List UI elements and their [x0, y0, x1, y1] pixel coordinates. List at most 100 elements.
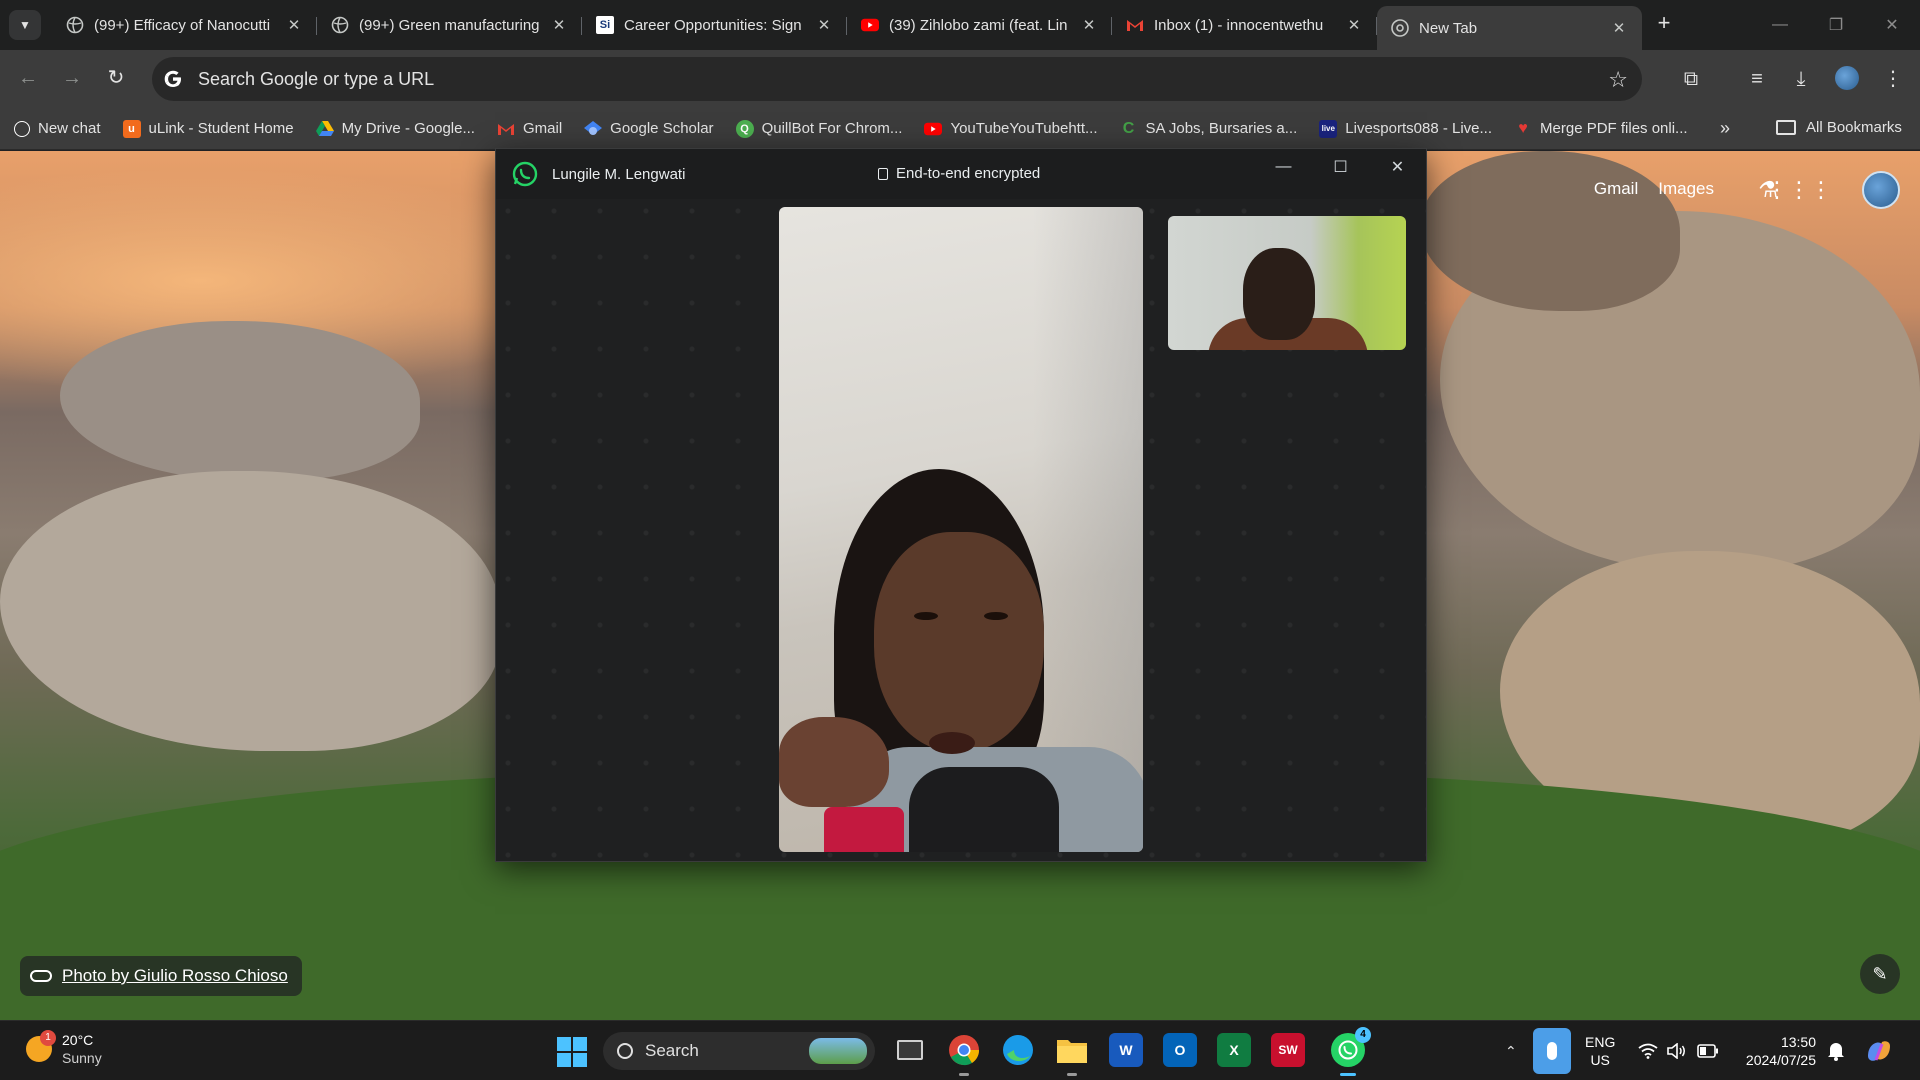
whatsapp-badge: 4	[1355, 1027, 1371, 1043]
reading-list-icon[interactable]: ≡	[1744, 66, 1770, 92]
profile-avatar[interactable]	[1834, 66, 1860, 92]
address-bar[interactable]: Search Google or type a URL ☆	[152, 57, 1642, 101]
start-button[interactable]	[557, 1037, 587, 1067]
wifi-icon[interactable]	[1638, 1021, 1658, 1080]
chrome-icon	[1391, 19, 1409, 37]
tab-youtube[interactable]: (39) Zihlobo zami (feat. Lin ✕	[847, 6, 1112, 44]
minimize-icon[interactable]: —	[1752, 0, 1808, 50]
minimize-icon[interactable]: —	[1255, 149, 1312, 185]
bookmark-livesports[interactable]: live Livesports088 - Live...	[1319, 119, 1493, 138]
folder-icon	[1776, 120, 1796, 135]
bookmark-my-drive[interactable]: My Drive - Google...	[315, 120, 475, 138]
system-clock[interactable]: 13:50 2024/07/25	[1736, 1033, 1816, 1069]
reload-icon[interactable]: ↻	[104, 66, 128, 90]
close-icon[interactable]: ✕	[285, 16, 303, 34]
solidworks-icon[interactable]: SW	[1271, 1033, 1305, 1067]
bookmark-youtube[interactable]: YouTubeYouTubehtt...	[924, 120, 1098, 138]
menu-dots-icon[interactable]: ⋮	[1880, 66, 1906, 92]
video-red-can	[824, 807, 904, 852]
bookmark-ulink[interactable]: u uLink - Student Home	[122, 119, 294, 138]
bookmark-label: Merge PDF files onli...	[1540, 120, 1688, 137]
copilot-icon[interactable]	[1864, 1021, 1894, 1080]
volume-icon[interactable]	[1667, 1021, 1687, 1080]
download-icon[interactable]: ⤓	[1788, 66, 1814, 92]
customize-pencil-icon[interactable]: ✎	[1860, 954, 1900, 994]
self-video-preview[interactable]	[1168, 216, 1406, 350]
show-hidden-icons-chevron-up-icon[interactable]: ⌃	[1505, 1021, 1517, 1080]
images-link[interactable]: Images	[1658, 179, 1714, 199]
taskbar-search[interactable]: Search	[603, 1032, 875, 1070]
tab-search-button[interactable]: ▼	[9, 10, 41, 40]
c-icon: C	[1122, 119, 1135, 137]
tab-title: Career Opportunities: Sign	[624, 16, 802, 34]
bookmark-new-chat[interactable]: New chat	[14, 120, 101, 137]
whatsapp-taskbar-icon[interactable]: 4	[1331, 1027, 1371, 1076]
close-icon[interactable]: ✕	[1369, 149, 1426, 185]
bookmark-google-scholar[interactable]: Google Scholar	[584, 120, 714, 138]
account-avatar[interactable]	[1862, 171, 1900, 209]
chrome-icon[interactable]	[947, 1033, 981, 1076]
tab-gmail-inbox[interactable]: Inbox (1) - innocentwethu ✕	[1112, 6, 1377, 44]
windows-taskbar: 1 20°C Sunny Search W O X SW 4 ⌃ ENG US …	[0, 1020, 1920, 1080]
clock-time: 13:50	[1780, 1034, 1816, 1050]
close-icon[interactable]: ✕	[550, 16, 568, 34]
tab-efficacy[interactable]: (99+) Efficacy of Nanocutti ✕	[52, 6, 317, 44]
battery-icon[interactable]	[1697, 1021, 1719, 1080]
close-icon[interactable]: ✕	[1610, 19, 1628, 37]
tab-green-manufacturing[interactable]: (99+) Green manufacturing ✕	[317, 6, 582, 44]
bookmark-label: YouTubeYouTubehtt...	[950, 120, 1098, 137]
notification-bell-icon[interactable]	[1827, 1021, 1845, 1080]
microphone-icon[interactable]	[1533, 1028, 1571, 1074]
encryption-text: End-to-end encrypted	[896, 165, 1041, 182]
apps-grid-icon[interactable]: ⋮⋮⋮	[1766, 177, 1832, 203]
photo-credit-link[interactable]: Photo by Giulio Rosso Chioso	[20, 956, 302, 996]
photo-credit-text: Photo by Giulio Rosso Chioso	[62, 966, 288, 985]
maximize-icon[interactable]: ☐	[1312, 149, 1369, 185]
video-person-mouth	[929, 732, 975, 754]
excel-icon[interactable]: X	[1217, 1033, 1251, 1067]
close-icon[interactable]: ✕	[1080, 16, 1098, 34]
bookmark-merge-pdf[interactable]: ♥ Merge PDF files onli...	[1514, 120, 1688, 138]
search-highlight-image	[809, 1038, 867, 1064]
weather-widget[interactable]: 1 20°C Sunny	[26, 1030, 102, 1067]
back-icon[interactable]: ←	[16, 66, 40, 90]
language-indicator[interactable]: ENG US	[1585, 1033, 1615, 1069]
scholar-icon	[584, 120, 603, 138]
task-view-icon[interactable]	[893, 1033, 927, 1067]
gmail-link[interactable]: Gmail	[1594, 179, 1638, 199]
forward-icon[interactable]: →	[60, 66, 84, 90]
bookmark-star-icon[interactable]: ☆	[1608, 67, 1628, 93]
bookmark-label: New chat	[38, 120, 101, 137]
new-tab-button[interactable]: +	[1652, 12, 1676, 36]
extensions-icon[interactable]: ⧉	[1678, 66, 1704, 92]
bookmark-quillbot[interactable]: Q QuillBot For Chrom...	[735, 119, 903, 138]
rock	[0, 471, 500, 751]
bookmark-sa-jobs[interactable]: C SA Jobs, Bursaries a...	[1120, 120, 1298, 138]
tab-list: (99+) Efficacy of Nanocutti ✕ (99+) Gree…	[52, 6, 1642, 50]
ulink-icon: u	[122, 119, 141, 138]
outlook-icon[interactable]: O	[1163, 1033, 1197, 1067]
globe-icon	[331, 16, 349, 34]
bookmark-label: QuillBot For Chrom...	[761, 120, 903, 137]
bookmark-label: Livesports088 - Live...	[1345, 120, 1493, 137]
word-icon[interactable]: W	[1109, 1033, 1143, 1067]
tab-career-opportunities[interactable]: Si Career Opportunities: Sign ✕	[582, 6, 847, 44]
si-icon: Si	[596, 16, 614, 34]
tab-new-tab[interactable]: New Tab ✕	[1377, 6, 1642, 50]
link-icon	[30, 970, 52, 982]
edge-icon[interactable]	[1001, 1033, 1035, 1067]
ntp-top-links: Gmail Images	[1594, 179, 1714, 199]
file-explorer-icon[interactable]	[1055, 1033, 1089, 1076]
all-bookmarks-button[interactable]: All Bookmarks	[1776, 119, 1902, 136]
tab-title: New Tab	[1419, 19, 1478, 37]
close-icon[interactable]: ✕	[1345, 16, 1363, 34]
taskbar-search-label: Search	[645, 1041, 699, 1060]
close-icon[interactable]: ✕	[815, 16, 833, 34]
more-bookmarks-icon[interactable]: »	[1720, 118, 1730, 139]
close-window-icon[interactable]: ✕	[1864, 0, 1920, 50]
restore-icon[interactable]: ❐	[1808, 0, 1864, 50]
remote-video-feed[interactable]	[779, 207, 1143, 852]
bookmarks-bar: New chat u uLink - Student Home My Drive…	[0, 108, 1920, 150]
bookmark-gmail[interactable]: Gmail	[497, 120, 562, 138]
lock-icon	[878, 167, 888, 180]
